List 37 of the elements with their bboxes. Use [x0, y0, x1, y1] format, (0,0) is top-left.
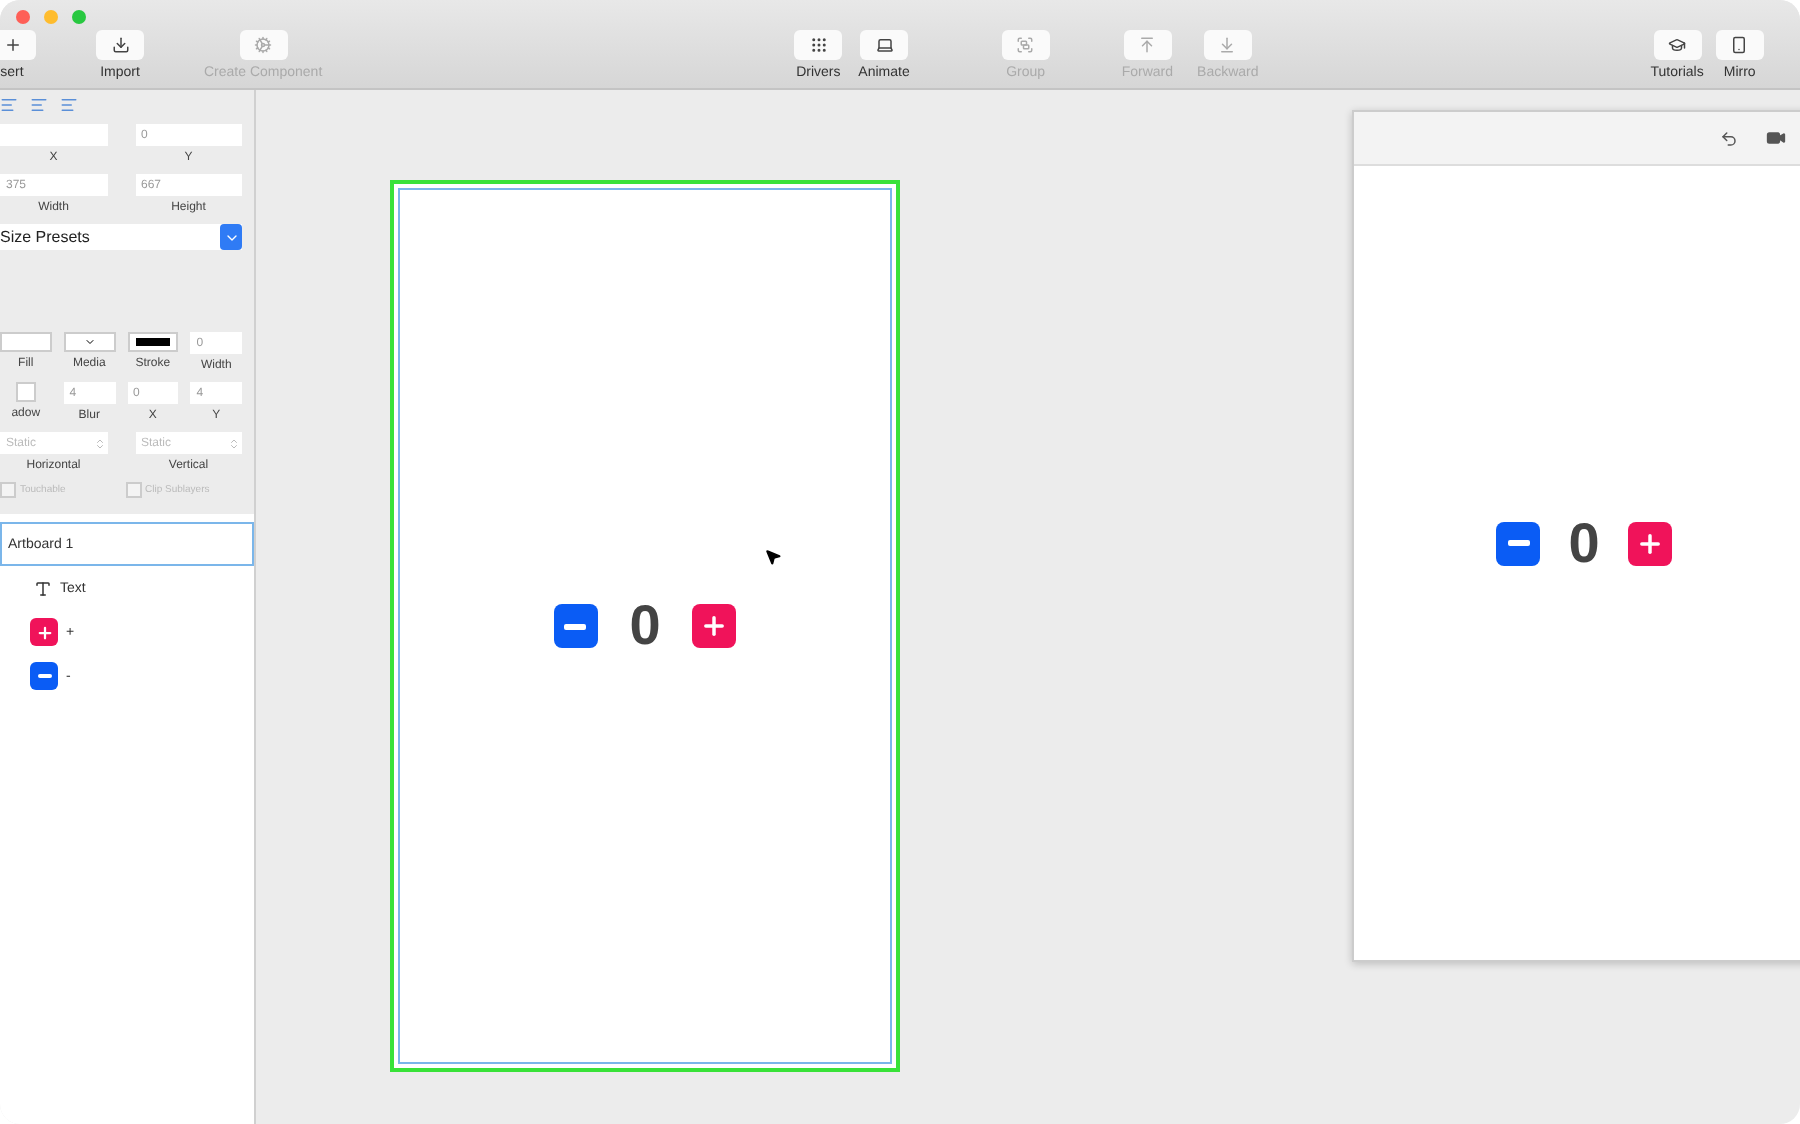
align-icon[interactable]	[0, 96, 18, 114]
minus-icon	[30, 662, 58, 690]
fill-swatch[interactable]	[0, 332, 52, 352]
plus-icon	[700, 612, 729, 640]
chevron-down-icon	[83, 336, 96, 348]
plus-button[interactable]	[1627, 521, 1672, 565]
video-icon[interactable]	[1766, 128, 1786, 148]
arrow-down-icon	[1218, 36, 1237, 54]
shadow-swatch[interactable]	[15, 382, 36, 402]
grid-dots-icon	[809, 36, 828, 54]
phone-icon	[1730, 36, 1749, 54]
plus-button[interactable]	[692, 604, 737, 648]
undo-icon[interactable]	[1720, 129, 1738, 147]
group-icon	[1016, 36, 1035, 54]
close-window-button[interactable]	[16, 10, 30, 24]
media-well[interactable]	[63, 332, 115, 352]
graduation-cap-icon	[1668, 36, 1687, 54]
insert-icon	[3, 36, 21, 54]
laptop-icon	[875, 36, 893, 54]
zoom-window-button[interactable]	[72, 10, 86, 24]
align-icon[interactable]	[30, 96, 48, 114]
minus-button[interactable]	[1496, 521, 1541, 565]
import-icon	[111, 36, 129, 54]
plus-icon	[30, 618, 58, 646]
size-presets-select[interactable]: Size Presets	[0, 224, 242, 250]
counter-value: 0	[629, 594, 661, 658]
arrow-up-icon	[1138, 36, 1157, 54]
pointer-icon	[764, 548, 782, 566]
stroke-swatch[interactable]	[127, 332, 179, 352]
plus-icon	[1635, 529, 1664, 557]
text-icon	[34, 579, 52, 597]
minus-button[interactable]	[553, 604, 598, 648]
align-icon[interactable]	[60, 96, 78, 114]
minus-icon	[564, 623, 587, 629]
minus-icon	[1507, 540, 1530, 546]
gear-icon	[254, 36, 273, 54]
counter-value: 0	[1568, 511, 1600, 575]
